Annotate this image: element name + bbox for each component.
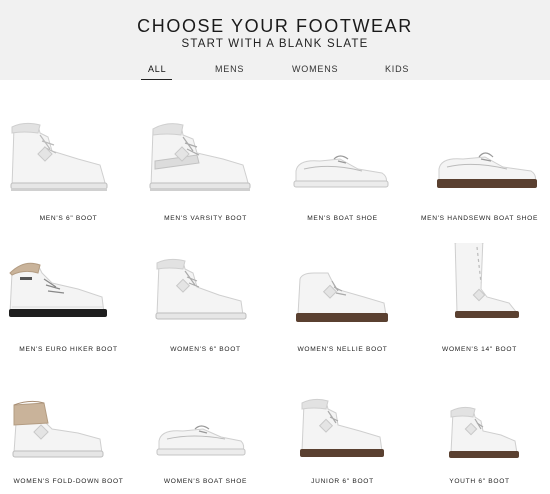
product-label: MEN'S 6" BOOT [39, 215, 98, 222]
youth-boot-image [449, 406, 519, 458]
product-card[interactable]: WOMEN'S 6" BOOT [137, 243, 274, 363]
product-card[interactable]: MEN'S HANDSEWN BOAT SHOE [411, 113, 548, 233]
product-card[interactable]: JUNIOR 6" BOOT [274, 375, 411, 494]
product-card[interactable]: WOMEN'S NELLIE BOOT [274, 243, 411, 363]
womens-boat-shoe-image [156, 425, 246, 456]
product-label: YOUTH 6" BOOT [449, 478, 510, 485]
product-card[interactable]: WOMEN'S 14" BOOT [411, 243, 548, 363]
product-label: MEN'S BOAT SHOE [307, 215, 378, 222]
boot-image [10, 122, 108, 191]
product-label: WOMEN'S BOAT SHOE [163, 478, 248, 485]
tab-womens[interactable]: WOMENS [292, 64, 338, 74]
womens-boot-image [155, 258, 247, 320]
boat-shoe-image [293, 155, 389, 188]
product-label: WOMEN'S 14" BOOT [442, 346, 517, 353]
product-label: WOMEN'S 6" BOOT [170, 346, 241, 353]
product-label: WOMEN'S NELLIE BOOT [297, 346, 388, 353]
page-subtitle: START WITH A BLANK SLATE [181, 38, 369, 50]
product-grid: MEN'S 6" BOOT MEN'S VARSITY BOOT MEN'S B… [0, 80, 550, 494]
page-title: CHOOSE YOUR FOOTWEAR [137, 16, 413, 36]
product-card[interactable]: WOMEN'S FOLD-DOWN BOOT [0, 375, 137, 494]
category-tabs: ALL MENS WOMENS KIDS [0, 64, 550, 80]
product-card[interactable]: YOUTH 6" BOOT [411, 375, 548, 494]
product-card[interactable]: MEN'S BOAT SHOE [274, 113, 411, 233]
varsity-boot-image [149, 123, 251, 191]
tab-all[interactable]: ALL [148, 64, 166, 74]
product-card[interactable]: WOMEN'S BOAT SHOE [137, 375, 274, 494]
product-label: MEN'S EURO HIKER BOOT [19, 346, 118, 353]
product-label: WOMEN'S FOLD-DOWN BOOT [13, 478, 124, 485]
tab-mens[interactable]: MENS [215, 64, 244, 74]
euro-hiker-boot-image [9, 262, 107, 317]
tall-boot-image [454, 243, 519, 318]
fold-down-boot-image [12, 400, 104, 458]
product-card[interactable]: MEN'S EURO HIKER BOOT [0, 243, 137, 363]
product-label: MEN'S HANDSEWN BOAT SHOE [420, 215, 539, 222]
product-card[interactable]: MEN'S VARSITY BOOT [137, 113, 274, 233]
product-label: JUNIOR 6" BOOT [311, 478, 374, 485]
product-label: MEN'S VARSITY BOOT [164, 215, 247, 222]
handsewn-boat-shoe-image [437, 152, 537, 188]
nellie-boot-image [296, 272, 388, 322]
product-card[interactable]: MEN'S 6" BOOT [0, 113, 137, 233]
junior-boot-image [300, 398, 384, 457]
tab-kids[interactable]: KIDS [385, 64, 409, 74]
